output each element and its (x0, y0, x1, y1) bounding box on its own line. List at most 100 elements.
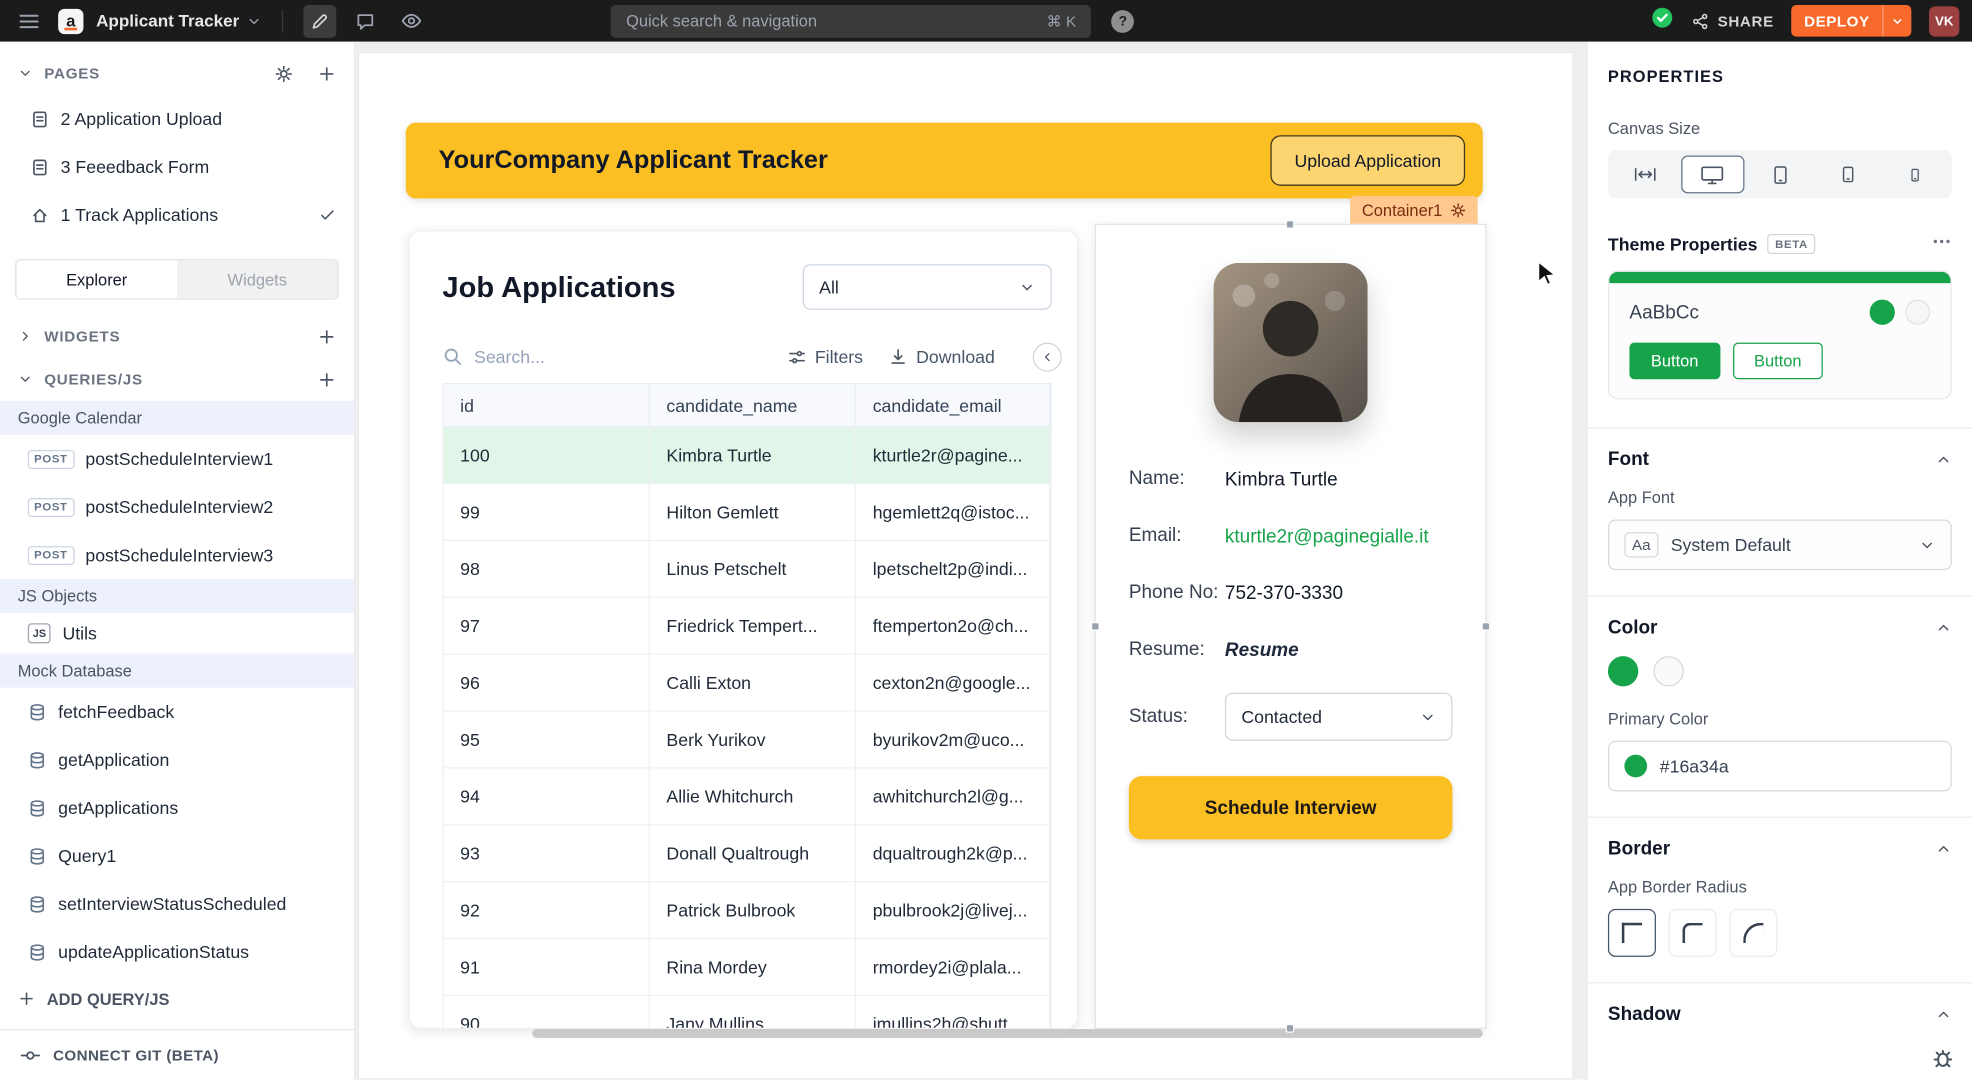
app-title-menu[interactable]: Applicant Tracker (96, 11, 262, 30)
query-item[interactable]: updateApplicationStatus (0, 928, 354, 976)
primary-color-input[interactable]: #16a34a (1608, 741, 1952, 792)
table-cell[interactable]: lpetschelt2p@indi... (856, 541, 1050, 597)
widget-settings-gear-icon[interactable] (1450, 202, 1466, 218)
table-cell[interactable]: 97 (444, 598, 650, 654)
sidebar-item-page[interactable]: 2 Application Upload (0, 95, 354, 143)
upload-application-button[interactable]: Upload Application (1270, 135, 1465, 186)
canvas-size-phone-button[interactable] (1884, 155, 1947, 193)
resize-handle-left[interactable] (1091, 621, 1100, 630)
status-filter-select[interactable]: All (803, 264, 1052, 310)
radius-option-medium[interactable] (1669, 909, 1717, 957)
connect-git-button[interactable]: CONNECT GIT (BETA) (0, 1029, 354, 1080)
gear-icon[interactable] (274, 64, 293, 83)
app-font-select[interactable]: Aa System Default (1608, 520, 1952, 571)
shadow-section-header[interactable]: Shadow (1608, 1004, 1952, 1025)
selected-widget-badge[interactable]: Container1 (1351, 196, 1478, 224)
table-cell[interactable]: Hilton Gemlett (650, 484, 856, 540)
query-item[interactable]: POST postScheduleInterview3 (0, 531, 354, 579)
table-cell[interactable]: pbulbrook2j@livej... (856, 882, 1050, 938)
table-cell[interactable]: Kimbra Turtle (650, 427, 856, 483)
column-header[interactable]: candidate_email (856, 384, 1050, 426)
table-search-input[interactable] (474, 346, 638, 366)
canvas-size-desktop-button[interactable] (1681, 155, 1744, 193)
share-button[interactable]: SHARE (1691, 12, 1774, 30)
collapse-columns-button[interactable] (1033, 342, 1062, 371)
query-item[interactable]: POST postScheduleInterview2 (0, 483, 354, 531)
table-row[interactable]: 93 Donall Qualtrough dqualtrough2k@p... (444, 825, 1051, 882)
canvas-size-tablet-button[interactable] (1748, 155, 1811, 193)
background-color-swatch[interactable] (1653, 656, 1683, 686)
table-cell[interactable]: 94 (444, 769, 650, 825)
add-page-icon[interactable] (317, 64, 336, 83)
status-select[interactable]: Contacted (1225, 693, 1453, 741)
comment-icon[interactable] (349, 4, 382, 37)
debug-bug-icon[interactable] (1932, 1047, 1955, 1070)
table-row[interactable]: 98 Linus Petschelt lpetschelt2p@indi... (444, 541, 1051, 598)
resize-handle-right[interactable] (1482, 621, 1491, 630)
canvas-size-fluid-button[interactable] (1613, 155, 1676, 193)
table-cell[interactable]: Calli Exton (650, 655, 856, 711)
quick-search-input[interactable]: Quick search & navigation ⌘ K (611, 4, 1091, 37)
theme-preview-card[interactable]: AaBbCc Button Button (1608, 271, 1952, 400)
border-section-header[interactable]: Border (1608, 838, 1952, 859)
table-cell[interactable]: Rina Mordey (650, 939, 856, 995)
email-link[interactable]: kturtle2r@paginegialle.it (1225, 525, 1429, 546)
canvas-size-tablet-small-button[interactable] (1816, 155, 1879, 193)
table-row[interactable]: 91 Rina Mordey rmordey2i@plala... (444, 939, 1051, 996)
table-cell[interactable]: Donall Qualtrough (650, 825, 856, 881)
table-row[interactable]: 92 Patrick Bulbrook pbulbrook2j@livej... (444, 882, 1051, 939)
color-section-header[interactable]: Color (1608, 617, 1952, 638)
sidebar-item-page-active[interactable]: 1 Track Applications (0, 191, 354, 239)
radius-option-sharp[interactable] (1608, 909, 1656, 957)
table-cell[interactable]: Berk Yurikov (650, 712, 856, 768)
tab-explorer[interactable]: Explorer (16, 260, 177, 298)
table-cell[interactable]: byurikov2m@uco... (856, 712, 1050, 768)
query-group-mock-database[interactable]: Mock Database (0, 654, 354, 688)
add-query-js-button[interactable]: ADD QUERY/JS (0, 976, 354, 1022)
table-cell[interactable]: 93 (444, 825, 650, 881)
query-group-google-calendar[interactable]: Google Calendar (0, 401, 354, 435)
table-row[interactable]: 94 Allie Whitchurch awhitchurch2l@g... (444, 769, 1051, 826)
sidebar-item-page[interactable]: 3 Feeedback Form (0, 143, 354, 191)
candidate-detail-container[interactable]: Container1 (1095, 224, 1487, 1029)
tab-widgets[interactable]: Widgets (177, 260, 338, 298)
primary-color-swatch[interactable] (1608, 656, 1638, 686)
edit-mode-icon[interactable] (304, 4, 337, 37)
table-cell[interactable]: 91 (444, 939, 650, 995)
table-row[interactable]: 90 Jany Mullins jmullins2h@shutt... (444, 996, 1051, 1029)
font-section-header[interactable]: Font (1608, 449, 1952, 470)
query-group-js-objects[interactable]: JS Objects (0, 579, 354, 613)
js-object-item[interactable]: JS Utils (0, 613, 354, 653)
table-cell[interactable]: jmullins2h@shutt... (856, 996, 1050, 1029)
widgets-header[interactable]: WIDGETS (0, 315, 354, 358)
table-cell[interactable]: Linus Petschelt (650, 541, 856, 597)
table-cell[interactable]: rmordey2i@plala... (856, 939, 1050, 995)
table-cell[interactable]: 90 (444, 996, 650, 1029)
query-item[interactable]: Query1 (0, 832, 354, 880)
resize-handle-top[interactable] (1286, 220, 1295, 229)
query-item[interactable]: POST postScheduleInterview1 (0, 435, 354, 483)
preview-icon[interactable] (395, 4, 428, 37)
filters-button[interactable]: Filters (787, 346, 863, 366)
table-cell[interactable]: hgemlett2q@istoc... (856, 484, 1050, 540)
table-cell[interactable]: dqualtrough2k@p... (856, 825, 1050, 881)
column-header[interactable]: id (444, 384, 650, 426)
query-item[interactable]: setInterviewStatusScheduled (0, 880, 354, 928)
query-item[interactable]: getApplication (0, 736, 354, 784)
table-row[interactable]: 97 Friedrick Tempert... ftemperton2o@ch.… (444, 598, 1051, 655)
table-cell[interactable]: ftemperton2o@ch... (856, 598, 1050, 654)
column-header[interactable]: candidate_name (650, 384, 856, 426)
table-cell[interactable]: Patrick Bulbrook (650, 882, 856, 938)
table-cell[interactable]: 95 (444, 712, 650, 768)
table-row[interactable]: 99 Hilton Gemlett hgemlett2q@istoc... (444, 484, 1051, 541)
resize-handle-bottom[interactable] (1286, 1024, 1295, 1033)
table-cell[interactable]: awhitchurch2l@g... (856, 769, 1050, 825)
app-header-widget[interactable]: YourCompany Applicant Tracker Upload App… (406, 123, 1483, 199)
radius-option-round[interactable] (1729, 909, 1777, 957)
table-cell[interactable]: Friedrick Tempert... (650, 598, 856, 654)
query-item[interactable]: getApplications (0, 784, 354, 832)
avatar[interactable]: VK (1929, 6, 1959, 36)
table-cell[interactable]: 96 (444, 655, 650, 711)
deploy-button[interactable]: DEPLOY (1792, 5, 1912, 37)
table-cell[interactable]: 99 (444, 484, 650, 540)
